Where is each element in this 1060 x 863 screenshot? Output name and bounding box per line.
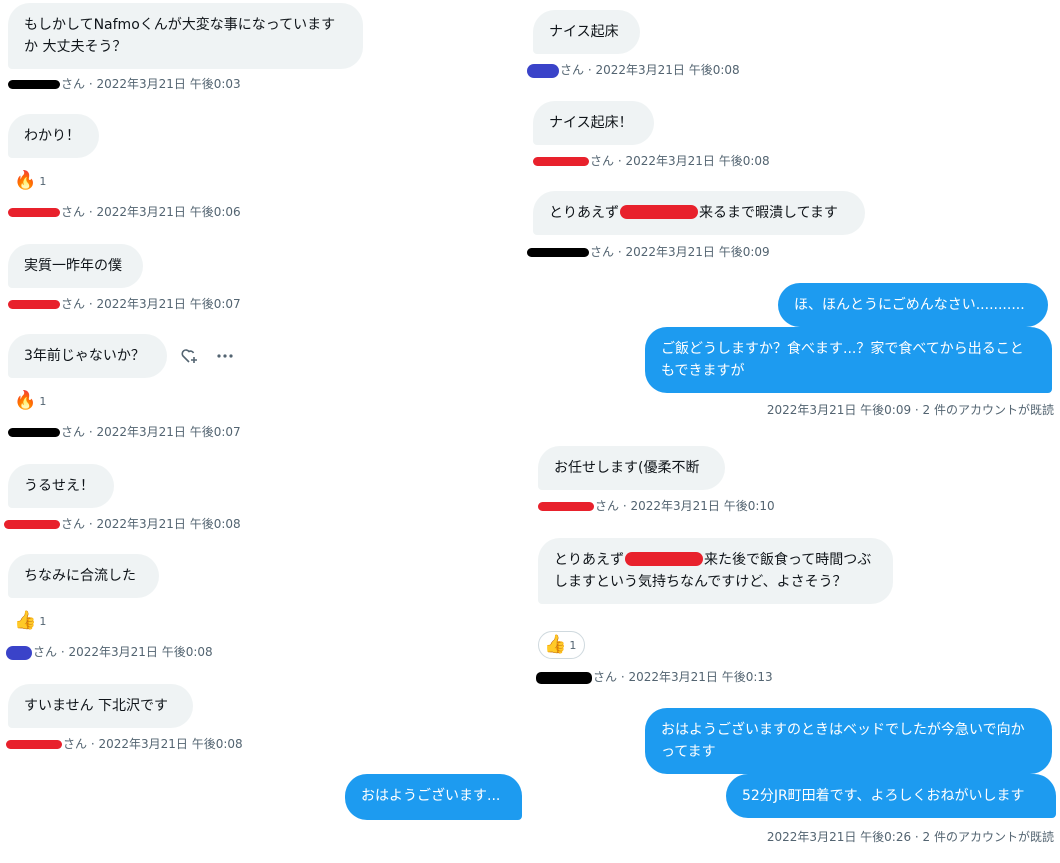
message-meta: さん · 2022年3月21日 午後0:08	[533, 153, 770, 169]
message-meta: さん · 2022年3月21日 午後0:08	[4, 516, 241, 532]
message-text: 3年前じゃないか？	[24, 348, 145, 364]
message-bubble[interactable]: お任せします(優柔不断	[538, 446, 725, 490]
message-meta: さん · 2022年3月21日 午後0:13	[536, 669, 773, 685]
message-text: ナイス起床	[549, 24, 619, 40]
message-text: ちなみに合流した	[24, 568, 136, 584]
reaction-badge[interactable]: 👍 1	[14, 611, 46, 631]
redacted-sender	[527, 63, 559, 78]
reaction-count: 1	[569, 638, 577, 652]
message-bubble[interactable]: わかり！	[8, 114, 99, 158]
reaction-badge[interactable]: 🔥 1	[14, 391, 46, 411]
redacted-sender	[4, 520, 60, 529]
message-text: ナイス起床！	[549, 115, 633, 131]
meta-text: さん · 2022年3月21日 午後0:06	[61, 205, 241, 219]
reaction-count: 1	[39, 394, 47, 408]
message-meta: さん · 2022年3月21日 午後0:07	[8, 296, 241, 312]
reaction-badge[interactable]: 👍 1	[538, 631, 586, 659]
meta-text: さん · 2022年3月21日 午後0:09	[590, 245, 770, 259]
outgoing-message-bubble[interactable]: おはようございますのときはベッドでしたが今急いで向かってます	[645, 708, 1052, 774]
message-text: とりあえず	[549, 205, 619, 221]
message-bubble[interactable]: とりあえず 来た後で飯食って時間つぶしますという気持ちなんですけど、よさそう？	[538, 538, 893, 604]
meta-text: さん · 2022年3月21日 午後0:07	[61, 425, 241, 439]
reaction-badge[interactable]: 🔥 1	[14, 171, 46, 191]
redacted-sender	[8, 208, 60, 217]
reaction-count: 1	[39, 614, 47, 628]
outgoing-message-bubble[interactable]: ほ、ほんとうにごめんなさい...........	[778, 283, 1048, 327]
meta-text: さん · 2022年3月21日 午後0:10	[595, 499, 775, 513]
meta-text: さん · 2022年3月21日 午後0:08	[61, 517, 241, 531]
more-icon[interactable]	[215, 346, 235, 370]
message-bubble[interactable]: 3年前じゃないか？	[8, 334, 167, 378]
outgoing-message-bubble[interactable]: おはようございます...	[345, 774, 522, 820]
read-receipt: 2022年3月21日 午後0:26 · 2 件のアカウントが既読	[766, 830, 1054, 844]
message-meta: さん · 2022年3月21日 午後0:09	[527, 244, 770, 260]
redacted-sender	[6, 740, 62, 749]
meta-text: さん · 2022年3月21日 午後0:08	[590, 154, 770, 168]
message-meta: 2022年3月21日 午後0:26 · 2 件のアカウントが既読	[767, 829, 1054, 845]
message-text: うるせえ！	[24, 478, 94, 494]
read-receipt: 2022年3月21日 午後0:09 · 2 件のアカウントが既読	[766, 403, 1054, 417]
message-meta: 2022年3月21日 午後0:09 · 2 件のアカウントが既読	[767, 402, 1054, 418]
thumbs-up-icon: 👍	[544, 634, 567, 655]
redacted-sender	[533, 157, 589, 166]
outgoing-message-bubble[interactable]: 52分JR町田着です、よろしくおねがいします	[726, 774, 1056, 818]
message-meta: さん · 2022年3月21日 午後0:06	[8, 204, 241, 220]
message-text: ほ、ほんとうにごめんなさい...........	[794, 297, 1025, 313]
redacted-sender	[527, 248, 589, 257]
message-text: 来るまで暇潰してます	[699, 205, 838, 221]
message-bubble[interactable]: ナイス起床！	[533, 101, 654, 145]
message-text: 52分JR町田着です、よろしくおねがいします	[742, 788, 1025, 804]
message-meta: さん · 2022年3月21日 午後0:07	[8, 424, 241, 440]
message-bubble[interactable]: ちなみに合流した	[8, 554, 159, 598]
meta-text: さん · 2022年3月21日 午後0:07	[61, 297, 241, 311]
message-bubble[interactable]: もしかしてNafmoくんが大変な事になっていますか 大丈夫そう？	[8, 3, 363, 69]
message-bubble[interactable]: 実質一昨年の僕	[8, 244, 143, 288]
message-meta: さん · 2022年3月21日 午後0:03	[8, 76, 241, 92]
message-meta: さん · 2022年3月21日 午後0:08	[6, 644, 213, 660]
fire-icon: 🔥	[14, 170, 37, 191]
message-text: とりあえず	[554, 552, 624, 568]
message-text: わかり！	[24, 128, 80, 144]
redacted-sender	[8, 300, 60, 309]
add-reaction-icon[interactable]	[179, 346, 199, 370]
meta-text: さん · 2022年3月21日 午後0:13	[593, 670, 773, 684]
message-bubble[interactable]: ナイス起床	[533, 10, 640, 54]
message-bubble[interactable]: すいません 下北沢です	[8, 684, 193, 728]
fire-icon: 🔥	[14, 390, 37, 411]
outgoing-message-bubble[interactable]: ご飯どうしますか？食べます...？家で食べてから出ることもできますが	[645, 327, 1052, 393]
message-text: おはようございますのときはベッドでしたが今急いで向かってます	[661, 722, 1025, 760]
message-text: お任せします(優柔不断	[554, 460, 700, 476]
meta-text: さん · 2022年3月21日 午後0:08	[560, 63, 740, 77]
message-meta: さん · 2022年3月21日 午後0:08	[527, 62, 740, 78]
redacted-name	[625, 552, 703, 566]
message-text: おはようございます...	[361, 788, 501, 804]
message-text: もしかしてNafmoくんが大変な事になっていますか 大丈夫そう？	[24, 17, 336, 55]
thumbs-up-icon: 👍	[14, 610, 37, 631]
redacted-sender	[536, 671, 592, 684]
redacted-sender	[8, 80, 60, 89]
message-bubble[interactable]: うるせえ！	[8, 464, 114, 508]
redacted-name	[620, 205, 698, 219]
meta-text: さん · 2022年3月21日 午後0:08	[63, 737, 243, 751]
message-meta: さん · 2022年3月21日 午後0:08	[6, 736, 243, 752]
message-text: すいません 下北沢です	[24, 698, 169, 714]
message-text: ご飯どうしますか？食べます...？家で食べてから出ることもできますが	[661, 341, 1024, 379]
message-meta: さん · 2022年3月21日 午後0:10	[538, 498, 775, 514]
reaction-count: 1	[39, 174, 47, 188]
redacted-sender	[8, 428, 60, 437]
message-text: 実質一昨年の僕	[24, 258, 122, 274]
meta-text: さん · 2022年3月21日 午後0:08	[33, 645, 213, 659]
redacted-sender	[6, 645, 32, 660]
meta-text: さん · 2022年3月21日 午後0:03	[61, 77, 241, 91]
redacted-sender	[538, 502, 594, 511]
message-bubble[interactable]: とりあえず 来るまで暇潰してます	[533, 191, 865, 235]
